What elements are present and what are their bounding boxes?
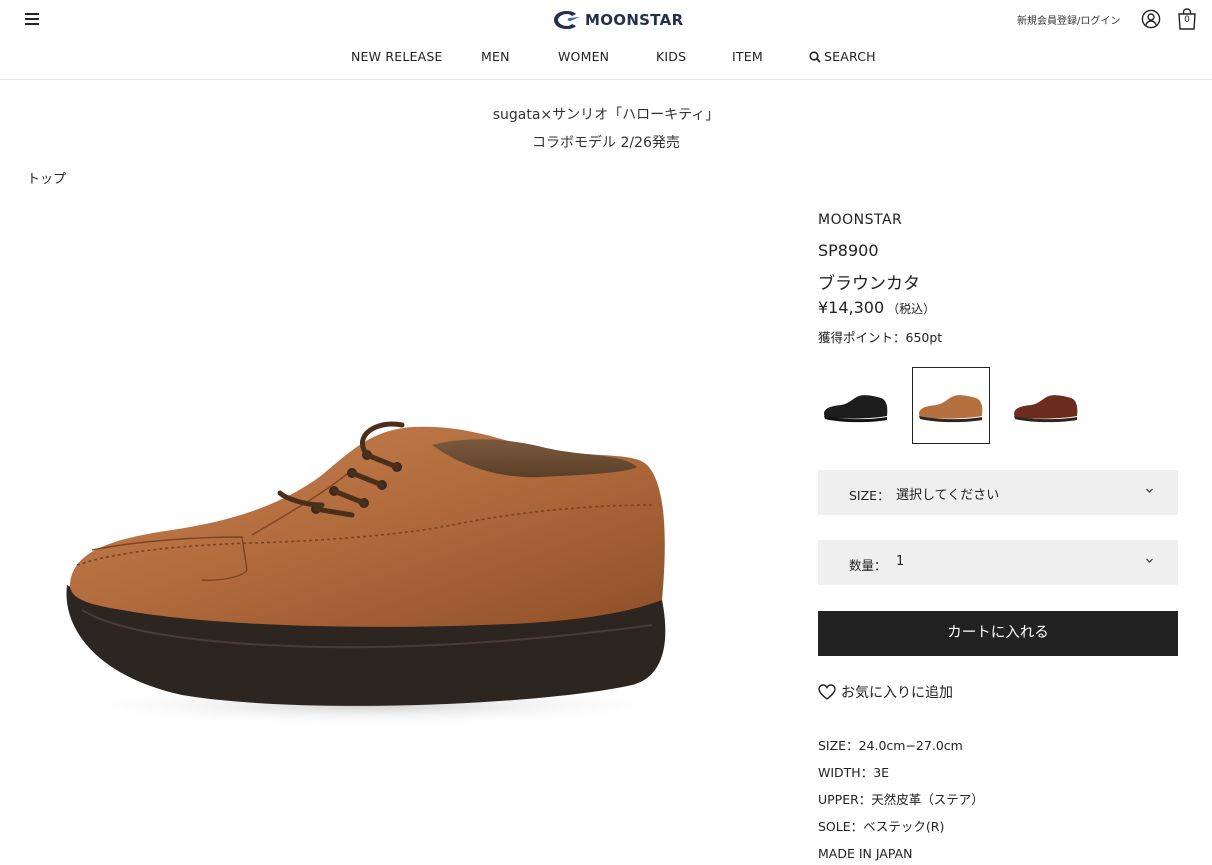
spec-size: SIZE：24.0cm−27.0cm — [818, 738, 963, 753]
spec-origin: MADE IN JAPAN — [818, 846, 913, 861]
nav-item-new-release[interactable]: NEW RELEASE — [351, 49, 443, 64]
chevron-down-icon — [1146, 488, 1153, 493]
product-model: SP8900 — [818, 241, 879, 260]
nav-item-kids[interactable]: KIDS — [656, 49, 686, 64]
nav-item-search[interactable]: SEARCH — [809, 49, 876, 64]
shoe-thumbnail-brown — [919, 394, 983, 422]
search-label: SEARCH — [824, 49, 876, 64]
heart-icon — [818, 684, 836, 700]
product-brand: MOONSTAR — [818, 212, 903, 228]
quantity-select-label: 数量： — [849, 558, 887, 573]
site-header: MOONSTAR 新規会員登録/ログイン 0 NEW RELEASE MEN W… — [0, 0, 1212, 80]
spec-upper: UPPER：天然皮革（ステア） — [818, 792, 984, 807]
nav-item-men[interactable]: MEN — [481, 49, 510, 64]
price-value: ¥14,300 — [818, 298, 885, 317]
product-price: ¥14,300 （税込） — [818, 298, 935, 317]
add-to-favorites-button[interactable]: お気に入りに追加 — [818, 682, 953, 702]
add-to-cart-button[interactable]: カートに入れる — [818, 611, 1178, 656]
size-select[interactable]: SIZE： 選択してください — [818, 470, 1178, 515]
product-color-name: ブラウンカタ — [818, 274, 920, 294]
quantity-select-value: 1 — [896, 554, 905, 569]
size-select-label: SIZE： — [849, 488, 890, 503]
spec-width: WIDTH：3E — [818, 765, 890, 780]
cart-count-badge: 0 — [1184, 15, 1190, 25]
product-image — [52, 421, 692, 727]
spec-sole: SOLE：ベステック(R) — [818, 819, 945, 834]
cart-button[interactable]: 0 — [1177, 8, 1197, 30]
announcement-line-1: sugata×サンリオ「ハローキティ」 — [492, 107, 720, 123]
search-icon — [809, 51, 821, 63]
shoe-thumbnail-black — [824, 394, 888, 422]
logo-icon — [554, 11, 580, 29]
color-swatch-brown[interactable] — [912, 367, 990, 444]
favorite-label: お気に入りに追加 — [841, 685, 953, 701]
breadcrumb-top[interactable]: トップ — [27, 168, 66, 187]
login-register-link[interactable]: 新規会員登録/ログイン — [1017, 12, 1120, 27]
user-icon[interactable] — [1141, 9, 1161, 29]
chevron-down-icon — [1146, 558, 1153, 563]
announcement-line-2: コラボモデル 2/26発売 — [532, 135, 680, 151]
main-nav: NEW RELEASE MEN WOMEN KIDS ITEM SEARCH — [0, 49, 1212, 69]
earned-points: 獲得ポイント：650pt — [818, 330, 943, 345]
site-logo[interactable]: MOONSTAR — [553, 8, 683, 32]
product-specs: SIZE：24.0cm−27.0cm WIDTH：3E UPPER：天然皮革（ス… — [818, 732, 984, 865]
quantity-select[interactable]: 数量： 1 — [818, 540, 1178, 585]
nav-item-women[interactable]: WOMEN — [558, 49, 609, 64]
color-swatch-black[interactable] — [817, 367, 895, 444]
nav-item-item[interactable]: ITEM — [732, 49, 763, 64]
size-select-value: 選択してください — [896, 488, 1000, 503]
logo-text: MOONSTAR — [585, 11, 684, 29]
price-tax-note: （税込） — [887, 302, 936, 316]
hamburger-menu-icon[interactable] — [25, 12, 41, 26]
shoe-thumbnail-dark-brown — [1014, 394, 1078, 422]
color-swatch-dark-brown[interactable] — [1007, 367, 1085, 444]
announcement-banner[interactable]: sugata×サンリオ「ハローキティ」 コラボモデル 2/26発売 — [0, 101, 1212, 157]
